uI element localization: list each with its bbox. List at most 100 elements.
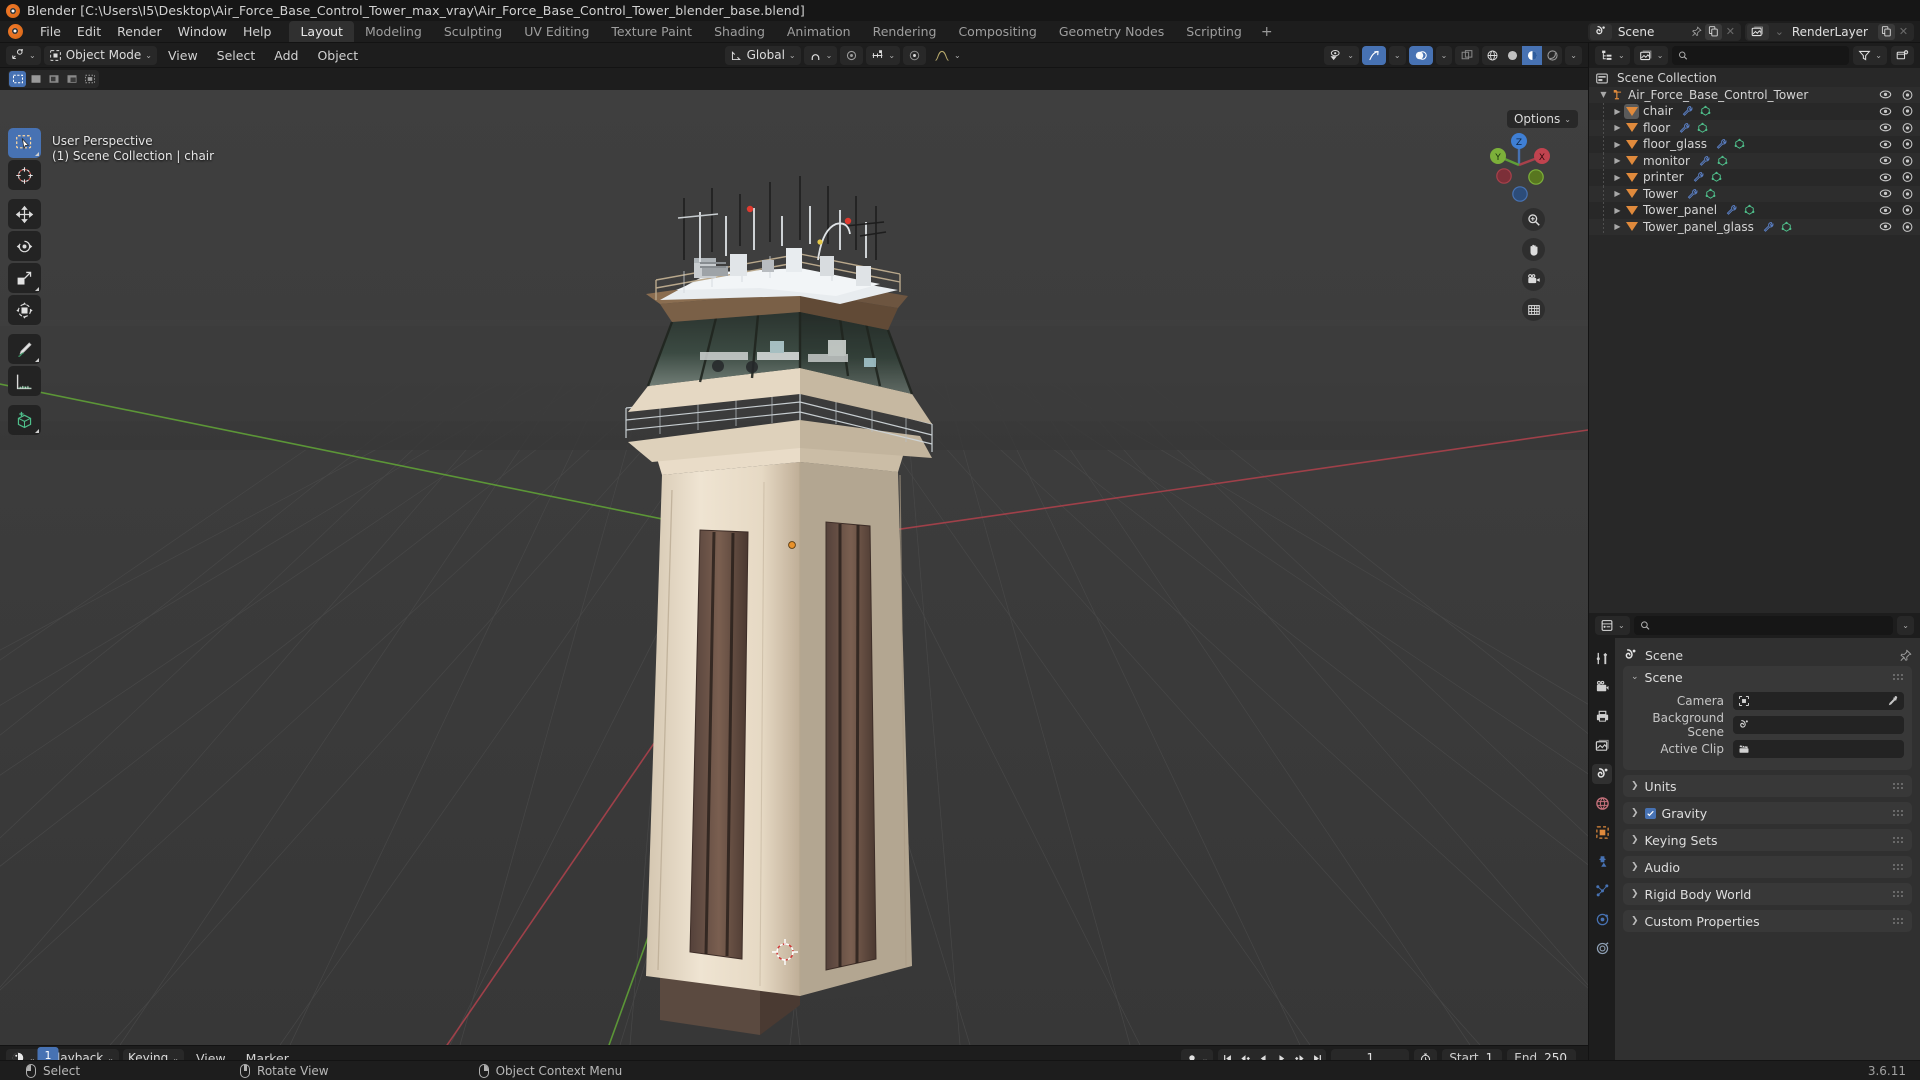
camera-view-icon[interactable] [1522, 268, 1545, 291]
show-gizmo-button[interactable] [1361, 45, 1386, 65]
rotate-tool[interactable] [8, 231, 41, 261]
eye-icon[interactable] [1879, 139, 1892, 150]
particles-tab[interactable] [1592, 880, 1612, 900]
scene-tab[interactable] [1592, 764, 1612, 784]
object-disclosure-icon[interactable]: ▶ [1611, 189, 1624, 198]
render-camera-icon[interactable] [1901, 204, 1914, 216]
modifier-icon[interactable] [1762, 221, 1775, 233]
outliner-row-object[interactable]: ▶ floor [1589, 119, 1920, 136]
select-intersect-mode[interactable] [81, 71, 98, 87]
shading-options-chevron[interactable]: ⌄ [1565, 45, 1582, 65]
tab-geometry-nodes[interactable]: Geometry Nodes [1048, 21, 1175, 42]
outliner-row-object[interactable]: ▶ Tower [1589, 185, 1920, 202]
eye-icon[interactable] [1879, 221, 1892, 232]
tool-tab[interactable] [1592, 648, 1612, 668]
render-tab[interactable] [1592, 677, 1612, 697]
pin-scene-icon[interactable] [1688, 24, 1705, 40]
shading-solid-button[interactable] [1502, 46, 1522, 65]
modifier-icon[interactable] [1725, 204, 1738, 216]
eye-icon[interactable] [1879, 155, 1892, 166]
eye-icon[interactable] [1879, 205, 1892, 216]
zoom-icon[interactable] [1522, 208, 1545, 231]
toggle-ortho-icon[interactable] [1522, 298, 1545, 321]
move-tool[interactable] [8, 199, 41, 229]
transform-orientation-selector[interactable]: Global ⌄ [724, 45, 801, 65]
measure-tool[interactable] [8, 366, 41, 396]
outliner-tree[interactable]: Scene Collection ▼ Air_Force_Base_Contro… [1589, 68, 1920, 613]
menu-edit[interactable]: Edit [69, 22, 109, 41]
editor-type-selector[interactable]: ⌄ [6, 45, 41, 65]
tweak-select-tool[interactable] [8, 128, 41, 158]
properties-search-box[interactable] [1633, 616, 1894, 635]
outliner-editor-type-selector[interactable]: ⌄ [1595, 46, 1630, 65]
new-view-layer-button[interactable] [1878, 23, 1895, 40]
object-disclosure-icon[interactable]: ▶ [1611, 123, 1624, 132]
render-camera-icon[interactable] [1901, 221, 1914, 233]
object-disclosure-icon[interactable]: ▶ [1611, 156, 1624, 165]
view-layer-tab[interactable] [1592, 735, 1612, 755]
modifier-tab[interactable] [1592, 851, 1612, 871]
object-disclosure-icon[interactable]: ▶ [1611, 140, 1624, 149]
eye-icon[interactable] [1879, 172, 1892, 183]
tab-modeling[interactable]: Modeling [354, 21, 433, 42]
mesh-data-icon[interactable] [1716, 155, 1729, 167]
3d-viewport[interactable]: User Perspective (1) Scene Collection | … [0, 90, 1588, 1045]
new-scene-button[interactable] [1704, 23, 1722, 40]
object-disclosure-icon[interactable]: ▶ [1611, 173, 1624, 182]
modifier-icon[interactable] [1681, 105, 1694, 117]
eye-icon[interactable] [1879, 122, 1892, 133]
shading-wireframe-button[interactable] [1482, 46, 1502, 65]
mesh-data-icon[interactable] [1699, 105, 1712, 117]
panel-header[interactable]: ❯ Gravity [1623, 802, 1912, 824]
render-camera-icon[interactable] [1901, 188, 1914, 200]
mesh-data-icon[interactable] [1743, 204, 1756, 216]
physics-tab[interactable] [1592, 909, 1612, 929]
transform-tool[interactable] [8, 295, 41, 325]
active-clip-field[interactable] [1733, 739, 1904, 758]
render-camera-icon[interactable] [1901, 122, 1914, 134]
menu-file[interactable]: File [32, 22, 69, 41]
view-layer-chevron-icon[interactable]: ⌄ [1771, 24, 1788, 40]
object-disclosure-icon[interactable]: ▶ [1611, 107, 1624, 116]
outliner-row-scene-collection[interactable]: Scene Collection [1589, 70, 1920, 87]
visibility-selector-button[interactable]: ⌄ [1324, 45, 1359, 65]
outliner-row-object[interactable]: ▶ monitor [1589, 152, 1920, 169]
outliner-row-collection[interactable]: ▼ Air_Force_Base_Control_Tower [1589, 86, 1920, 103]
panel-header[interactable]: ❯ Audio [1623, 856, 1912, 878]
tab-shading[interactable]: Shading [703, 21, 776, 42]
mesh-data-icon[interactable] [1780, 221, 1793, 233]
select-extend-mode[interactable] [27, 71, 44, 87]
render-camera-icon[interactable] [1901, 89, 1914, 101]
viewport-menu-add[interactable]: Add [266, 46, 306, 65]
properties-search-input[interactable] [1655, 618, 1888, 633]
menu-render[interactable]: Render [109, 22, 170, 41]
mesh-data-icon[interactable] [1710, 171, 1723, 183]
shading-material-preview-button[interactable] [1522, 45, 1543, 65]
pan-hand-icon[interactable] [1522, 238, 1545, 261]
delete-view-layer-button[interactable]: ✕ [1895, 24, 1912, 40]
viewport-menu-view[interactable]: View [160, 46, 206, 65]
tab-layout[interactable]: Layout [289, 21, 354, 42]
eye-icon[interactable] [1879, 188, 1892, 199]
render-camera-icon[interactable] [1901, 138, 1914, 150]
menu-window[interactable]: Window [170, 22, 235, 41]
interaction-mode-selector[interactable]: Object Mode ⌄ [43, 45, 157, 65]
panel-header[interactable]: ❯ Rigid Body World [1623, 883, 1912, 905]
object-tab[interactable] [1592, 822, 1612, 842]
panel-scene-header[interactable]: ⌄ Scene [1623, 666, 1912, 688]
add-workspace-button[interactable]: + [1253, 22, 1281, 42]
outliner-filter-button[interactable]: ⌄ [1853, 46, 1887, 65]
navigation-gizmo[interactable]: Z X Y [1480, 126, 1558, 204]
properties-editor-type-selector[interactable]: ⌄ [1595, 616, 1630, 635]
scene-datablock[interactable]: Scene ✕ [1587, 22, 1741, 41]
view-layer-datablock[interactable]: ⌄ RenderLayer ✕ [1744, 22, 1914, 41]
mesh-data-icon[interactable] [1704, 188, 1717, 200]
eyedropper-icon[interactable] [1887, 695, 1899, 707]
tab-animation[interactable]: Animation [776, 21, 862, 42]
blender-menu-icon[interactable] [8, 24, 23, 39]
outliner-new-collection-button[interactable] [1891, 46, 1914, 65]
falloff-curve-icon[interactable]: ⌄ [929, 46, 966, 65]
outliner-row-object[interactable]: ▶ printer [1589, 169, 1920, 186]
select-subtract-mode[interactable] [45, 71, 62, 87]
outliner-display-mode-selector[interactable]: ⌄ [1633, 46, 1669, 65]
